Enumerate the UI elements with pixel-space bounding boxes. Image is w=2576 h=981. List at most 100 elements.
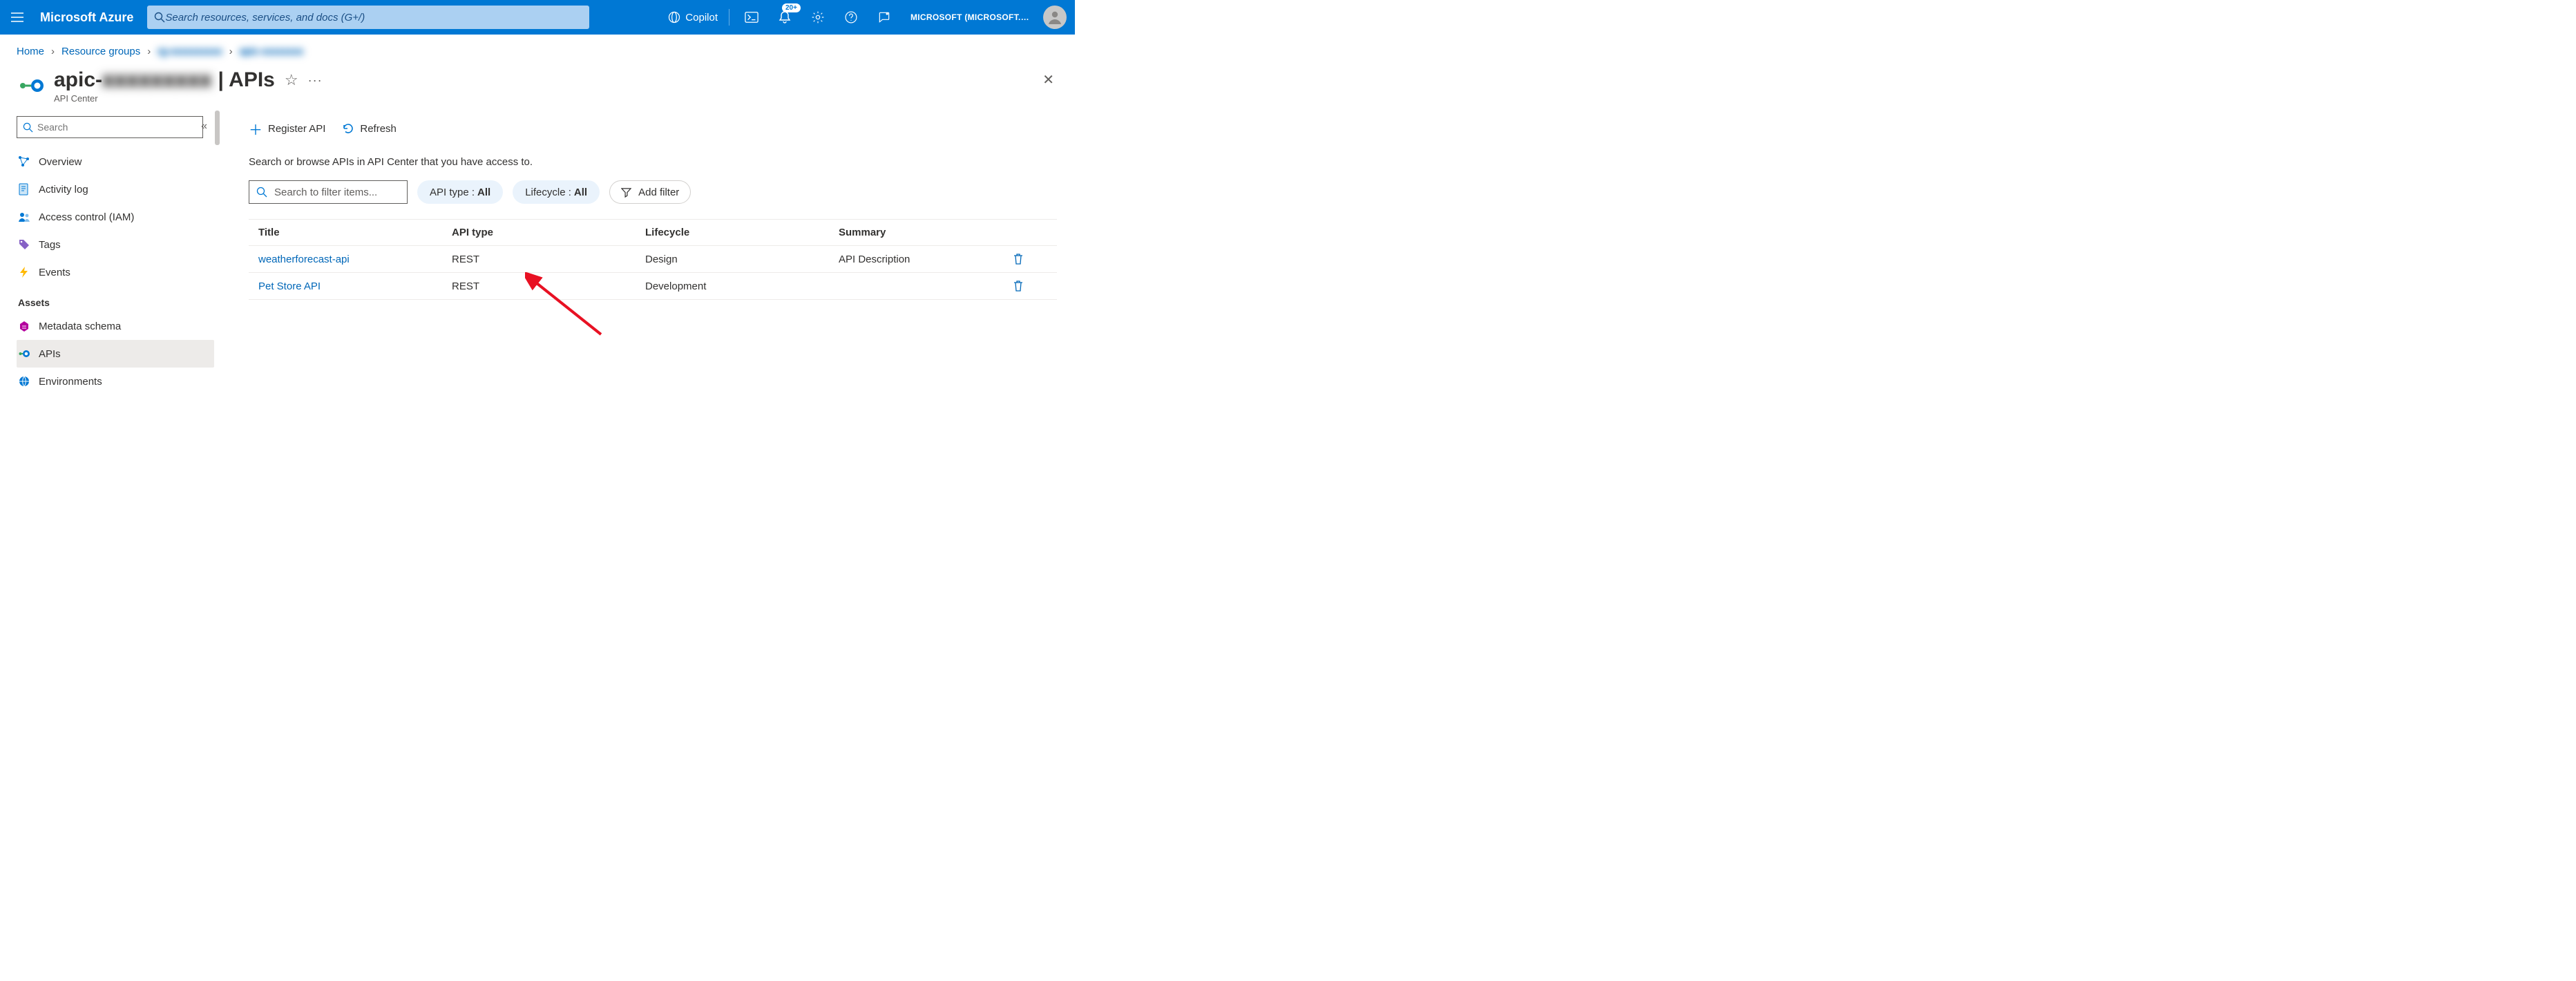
col-header-title[interactable]: Title (258, 227, 452, 238)
sidebar-item-label: Metadata schema (39, 321, 121, 332)
hamburger-icon (11, 12, 23, 22)
breadcrumb-resource-groups[interactable]: Resource groups (61, 46, 140, 57)
filter-pill-apitype[interactable]: API type : All (417, 180, 503, 204)
environments-icon (18, 375, 30, 388)
settings-button[interactable] (803, 0, 833, 35)
api-title-link[interactable]: weatherforecast-api (258, 254, 350, 265)
trash-icon (1013, 253, 1024, 265)
table-row: weatherforecast-api REST Design API Desc… (249, 246, 1057, 273)
sidebar-item-label: Activity log (39, 184, 88, 196)
sidebar-item-tags[interactable]: Tags (17, 231, 214, 258)
close-blade-button[interactable]: ✕ (1038, 68, 1058, 91)
sidebar-item-label: Events (39, 267, 70, 278)
cloud-shell-icon (745, 11, 759, 23)
overview-icon (18, 155, 30, 168)
filter-search[interactable]: Search to filter items... (249, 180, 408, 204)
sidebar-item-apis[interactable]: APIs (17, 340, 214, 368)
copilot-label: Copilot (685, 12, 718, 23)
global-search[interactable] (147, 6, 589, 29)
apis-table: Title API type Lifecycle Summary weather… (249, 219, 1057, 300)
avatar[interactable] (1043, 6, 1067, 29)
api-title-link[interactable]: Pet Store API (258, 280, 321, 292)
cloud-shell-button[interactable] (736, 0, 767, 35)
sidebar: « Overview Activity log Access control (… (0, 108, 221, 403)
hamburger-menu-button[interactable] (0, 0, 35, 35)
api-summary-cell: API Description (839, 254, 1013, 265)
breadcrumb-resource-name[interactable]: apic-xxxxxxxx (240, 46, 304, 57)
command-bar: ＋ Register API Refresh (249, 116, 1058, 141)
breadcrumb: Home › Resource groups › rg-xxxxxxxxxx ›… (0, 35, 1075, 63)
api-type-cell: REST (452, 254, 645, 265)
chevron-right-icon: › (147, 46, 151, 57)
breadcrumb-home[interactable]: Home (17, 46, 44, 57)
register-api-button[interactable]: ＋ Register API (249, 119, 325, 139)
apis-icon (18, 347, 30, 360)
chevron-right-icon: › (51, 46, 55, 57)
sidebar-group-assets: Assets (17, 286, 214, 312)
gear-icon (811, 10, 825, 24)
feedback-button[interactable] (869, 0, 899, 35)
add-filter-label: Add filter (638, 187, 679, 198)
account-label[interactable]: MICROSOFT (MICROSOFT.ONMI... (902, 12, 1040, 22)
sidebar-item-metadata-schema[interactable]: Metadata schema (17, 312, 214, 340)
tags-icon (18, 238, 30, 251)
sidebar-item-label: Tags (39, 239, 61, 251)
top-icons: Copilot 20+ MICROSOFT (MICROSOFT.ONMI... (663, 0, 1075, 35)
col-header-summary[interactable]: Summary (839, 227, 1013, 238)
api-lifecycle-cell: Design (645, 254, 839, 265)
sidebar-item-activity-log[interactable]: Activity log (17, 175, 214, 203)
filter-pill-lifecycle[interactable]: Lifecycle : All (513, 180, 600, 204)
more-actions-button[interactable]: ··· (308, 73, 323, 88)
help-icon (844, 10, 858, 24)
sidebar-item-environments[interactable]: Environments (17, 368, 214, 395)
bell-icon (779, 10, 791, 24)
trash-icon (1013, 280, 1024, 292)
sidebar-item-label: Access control (IAM) (39, 211, 134, 223)
chevron-right-icon: › (229, 46, 233, 57)
sidebar-item-label: Environments (39, 376, 102, 388)
col-header-apitype[interactable]: API type (452, 227, 645, 238)
filter-row: Search to filter items... API type : All… (249, 180, 1058, 204)
filter-search-placeholder: Search to filter items... (274, 187, 377, 198)
sidebar-item-overview[interactable]: Overview (17, 148, 214, 175)
refresh-icon (342, 122, 354, 135)
col-header-lifecycle[interactable]: Lifecycle (645, 227, 839, 238)
refresh-button[interactable]: Refresh (342, 122, 397, 135)
metadata-schema-icon (18, 320, 30, 332)
search-icon (154, 12, 165, 23)
delete-api-button[interactable] (1013, 253, 1047, 265)
sidebar-scrollbar[interactable] (215, 111, 220, 145)
favorite-button[interactable]: ☆ (285, 71, 298, 89)
page-header: apic-xxxxxxxxx | APIs ☆ ··· API Center ✕ (0, 63, 1075, 108)
help-button[interactable] (836, 0, 866, 35)
page-subtitle: API Center (54, 93, 323, 104)
api-center-icon (17, 71, 46, 100)
register-api-label: Register API (268, 123, 325, 135)
feedback-icon (877, 10, 891, 24)
refresh-label: Refresh (360, 123, 397, 135)
search-icon (256, 187, 267, 198)
sidebar-search-input[interactable] (33, 122, 197, 133)
sidebar-item-label: Overview (39, 156, 82, 168)
main-content: ＋ Register API Refresh Search or browse … (221, 108, 1075, 403)
sidebar-item-access-control[interactable]: Access control (IAM) (17, 203, 214, 231)
sidebar-item-label: APIs (39, 348, 61, 360)
add-filter-button[interactable]: Add filter (609, 180, 691, 204)
delete-api-button[interactable] (1013, 280, 1047, 292)
global-search-input[interactable] (165, 12, 582, 23)
activity-log-icon (18, 183, 30, 196)
access-control-icon (18, 211, 30, 223)
brand-label[interactable]: Microsoft Azure (35, 10, 147, 25)
filter-icon (621, 187, 631, 198)
sidebar-item-events[interactable]: Events (17, 258, 214, 286)
events-icon (18, 266, 30, 278)
copilot-button[interactable]: Copilot (663, 0, 722, 35)
page-description: Search or browse APIs in API Center that… (249, 156, 1058, 168)
collapse-sidebar-button[interactable]: « (201, 120, 207, 133)
sidebar-search[interactable] (17, 116, 203, 138)
api-lifecycle-cell: Development (645, 280, 839, 292)
breadcrumb-rg-name[interactable]: rg-xxxxxxxxxx (158, 46, 222, 57)
search-icon (23, 122, 33, 133)
notifications-button[interactable]: 20+ (770, 0, 800, 35)
table-header-row: Title API type Lifecycle Summary (249, 219, 1057, 246)
